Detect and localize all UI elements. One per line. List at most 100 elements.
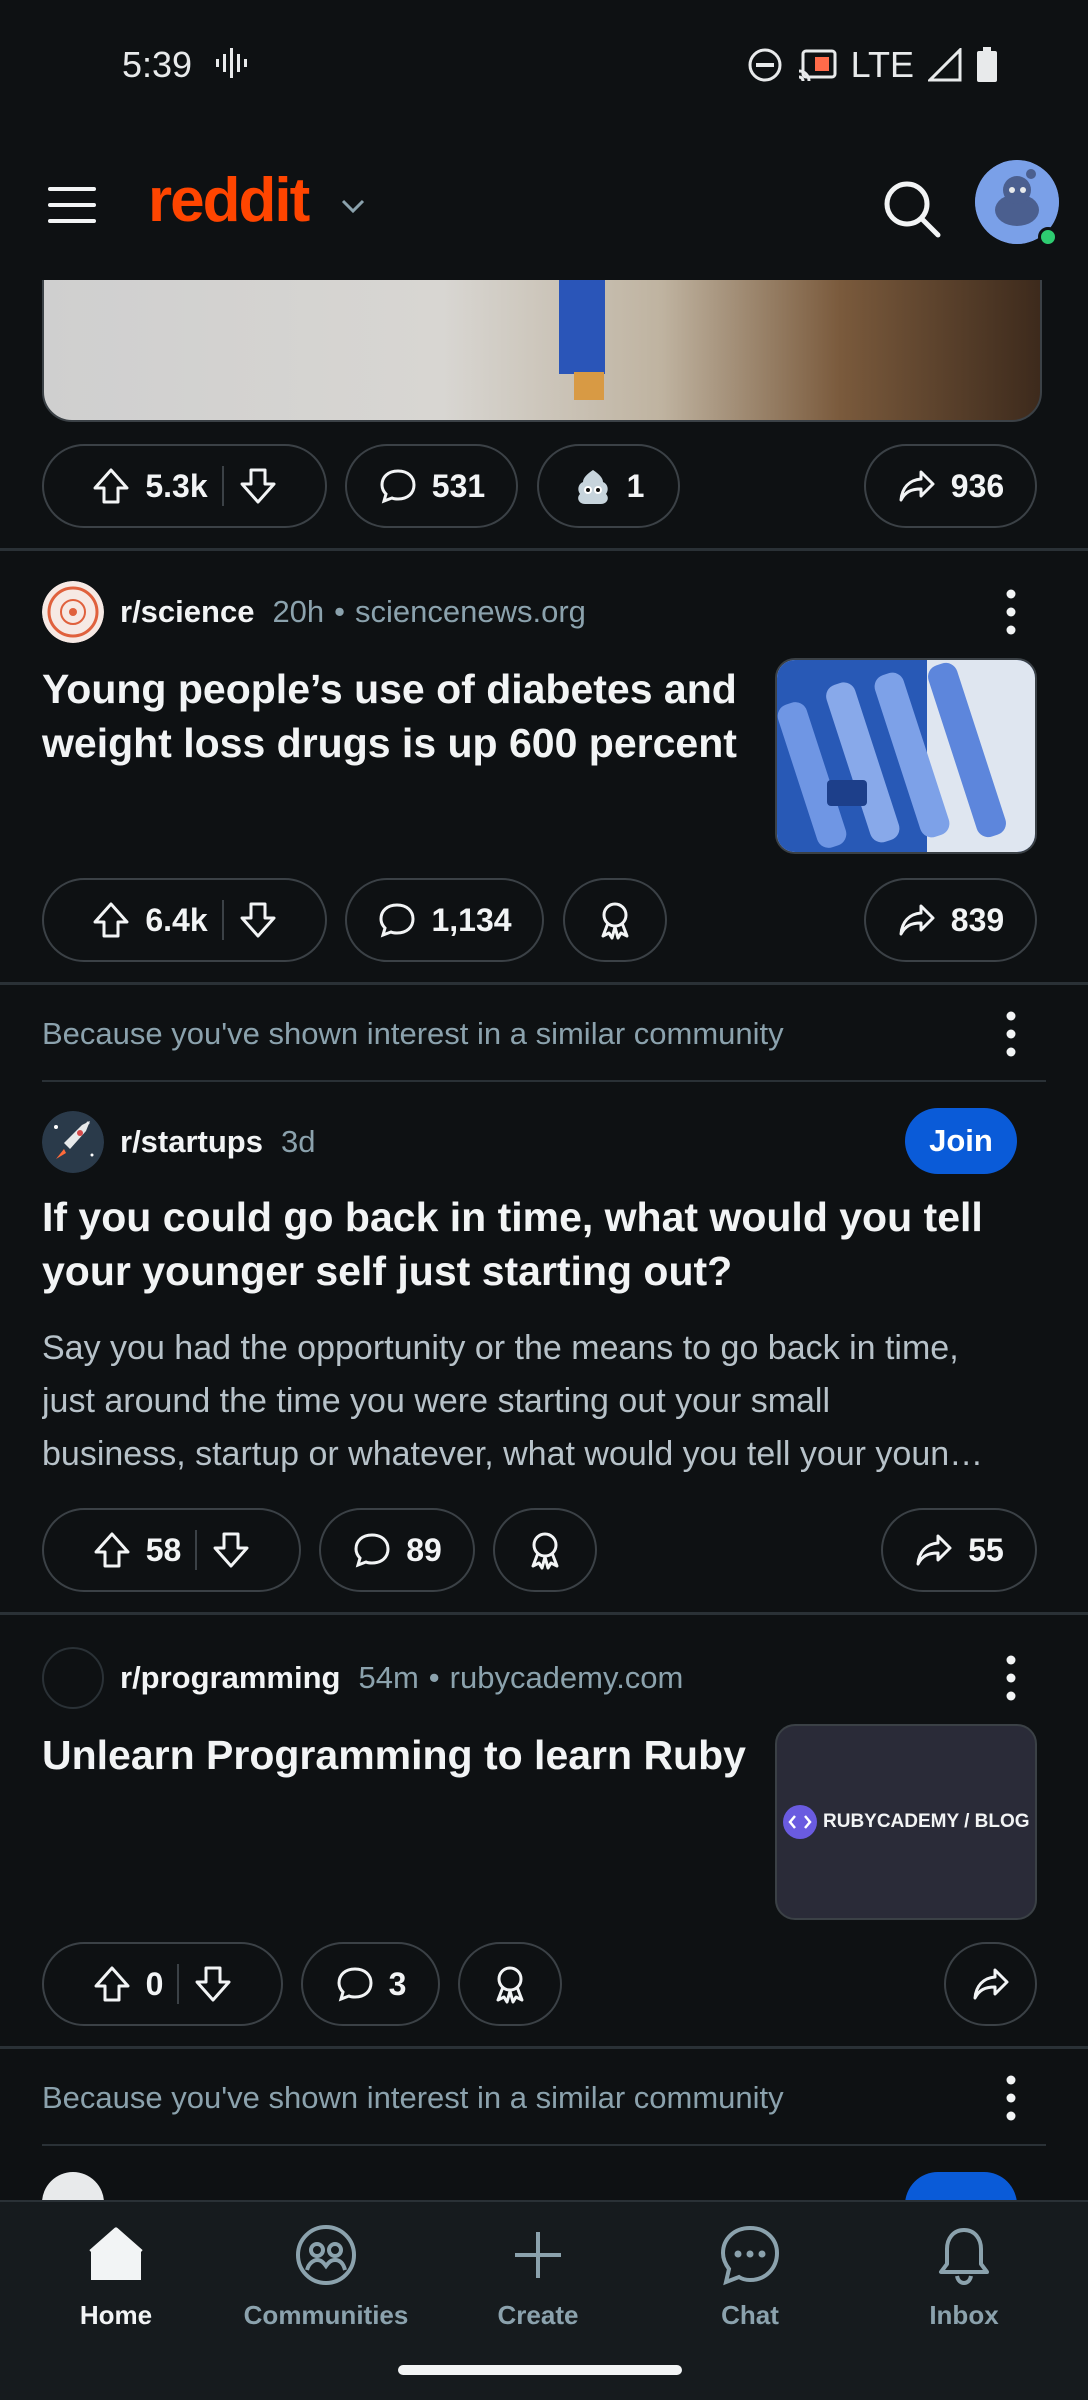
- downvote-icon[interactable]: [193, 1964, 233, 2004]
- communities-icon: [296, 2225, 356, 2285]
- award-emoji-icon: [577, 470, 608, 504]
- nav-communities[interactable]: Communities: [236, 2222, 416, 2331]
- join-button[interactable]: Join: [905, 1108, 1017, 1174]
- share-button[interactable]: [944, 1942, 1037, 2026]
- post-divider: [0, 1612, 1088, 1615]
- post-header: r/startups 3d: [42, 1110, 315, 1174]
- comments-button[interactable]: 89: [319, 1508, 475, 1592]
- post-domain[interactable]: rubycademy.com: [450, 1660, 684, 1696]
- downvote-icon[interactable]: [238, 900, 278, 940]
- vote-bar: 5.3k: [42, 444, 327, 528]
- home-icon: [89, 2227, 143, 2280]
- upvote-icon[interactable]: [91, 466, 131, 506]
- post-divider: [0, 548, 1088, 551]
- join-button[interactable]: [905, 2172, 1017, 2200]
- do-not-disturb-icon: [748, 48, 782, 82]
- vote-bar: 58: [42, 1508, 301, 1592]
- post-title[interactable]: If you could go back in time, what would…: [42, 1190, 983, 1298]
- downvote-icon[interactable]: [238, 466, 278, 506]
- comment-count: 531: [431, 467, 486, 504]
- status-icons: LTE: [747, 44, 998, 86]
- comments-button[interactable]: 1,134: [345, 878, 544, 962]
- upvote-icon[interactable]: [91, 900, 131, 940]
- nav-create[interactable]: Create: [448, 2222, 628, 2331]
- nav-home[interactable]: Home: [26, 2222, 206, 2331]
- voice-activity-icon: [216, 48, 247, 78]
- post-title[interactable]: Young people’s use of diabetes and weigh…: [42, 662, 737, 770]
- gesture-home-bar[interactable]: [398, 2365, 682, 2375]
- vote-count: 0: [145, 1965, 164, 2002]
- share-icon: [973, 1968, 1008, 2000]
- post-title[interactable]: Unlearn Programming to learn Ruby: [42, 1728, 746, 1782]
- nav-inbox[interactable]: Inbox: [874, 2222, 1054, 2331]
- post-header: r/programming 54m • rubycademy.com: [42, 1646, 683, 1710]
- more-options-icon[interactable]: [996, 1008, 1026, 1060]
- meta-separator: •: [334, 594, 346, 629]
- vote-bar: 6.4k: [42, 878, 327, 962]
- comments-button[interactable]: 3: [301, 1942, 440, 2026]
- subreddit-name[interactable]: r/programming: [120, 1660, 340, 1696]
- cast-icon: [798, 49, 837, 82]
- share-icon: [916, 1534, 952, 1566]
- more-options-icon[interactable]: [996, 2072, 1026, 2124]
- award-count: 1: [626, 467, 645, 504]
- menu-icon[interactable]: [46, 183, 98, 227]
- upvote-icon[interactable]: [92, 1964, 132, 2004]
- vote-count: 6.4k: [145, 901, 208, 938]
- plus-icon: [515, 2232, 561, 2278]
- code-brackets-icon: [783, 1805, 817, 1839]
- comment-icon: [354, 1533, 390, 1568]
- recommendation-reason: Because you've shown interest in a simil…: [42, 1016, 784, 1051]
- post-thumbnail[interactable]: RUBYCADEMY / BLOG: [775, 1724, 1037, 1920]
- chat-icon: [720, 2225, 780, 2286]
- subreddit-name[interactable]: r/science: [120, 594, 254, 630]
- vote-bar: 0: [42, 1942, 283, 2026]
- network-type: LTE: [850, 44, 914, 85]
- subreddit-avatar[interactable]: [42, 581, 104, 643]
- vote-count: 58: [145, 1531, 182, 1568]
- signal-icon: [928, 48, 962, 82]
- share-count: 839: [950, 901, 1005, 938]
- subreddit-avatar[interactable]: [42, 2172, 104, 2200]
- vote-count: 5.3k: [145, 467, 208, 504]
- post-image[interactable]: [42, 280, 1042, 422]
- subreddit-name[interactable]: r/startups: [120, 1124, 263, 1160]
- share-button[interactable]: 55: [881, 1508, 1037, 1592]
- subreddit-avatar[interactable]: [42, 1647, 104, 1709]
- award-button[interactable]: [458, 1942, 562, 2026]
- comment-icon: [379, 903, 415, 938]
- comments-button[interactable]: 531: [345, 444, 518, 528]
- award-icon: [601, 902, 629, 940]
- post-body[interactable]: Say you had the opportunity or the means…: [42, 1322, 1042, 1481]
- post-thumbnail[interactable]: [775, 658, 1037, 854]
- comment-count: 3: [388, 1965, 407, 2002]
- chevron-down-icon[interactable]: [338, 191, 368, 221]
- more-options-icon[interactable]: [996, 586, 1026, 638]
- award-icon: [496, 1966, 524, 2004]
- search-icon[interactable]: [880, 177, 944, 241]
- bell-icon: [939, 2228, 989, 2286]
- comment-icon: [337, 1967, 373, 2002]
- award-icon: [531, 1532, 559, 1570]
- post-domain[interactable]: sciencenews.org: [355, 594, 586, 630]
- award-button[interactable]: 1: [537, 444, 680, 528]
- reddit-logo[interactable]: reddit: [148, 165, 310, 236]
- award-button[interactable]: [563, 878, 667, 962]
- nav-chat[interactable]: Chat: [660, 2222, 840, 2331]
- status-bar: 5:39 LTE: [0, 0, 1088, 135]
- upvote-icon[interactable]: [92, 1530, 132, 1570]
- share-count: 936: [950, 467, 1005, 504]
- share-button[interactable]: 936: [864, 444, 1037, 528]
- share-icon: [899, 470, 935, 502]
- downvote-icon[interactable]: [211, 1530, 251, 1570]
- feed: 5.3k 531 1 936 r/science 20h • sciencene…: [0, 280, 1088, 2200]
- subreddit-avatar[interactable]: [42, 1111, 104, 1173]
- post-divider: [0, 2046, 1088, 2049]
- award-button[interactable]: [493, 1508, 597, 1592]
- post-divider: [0, 982, 1088, 985]
- post-age: 3d: [280, 1124, 316, 1159]
- section-divider: [42, 2144, 1046, 2146]
- app-bar: reddit: [0, 135, 1088, 280]
- more-options-icon[interactable]: [996, 1652, 1026, 1704]
- share-button[interactable]: 839: [864, 878, 1037, 962]
